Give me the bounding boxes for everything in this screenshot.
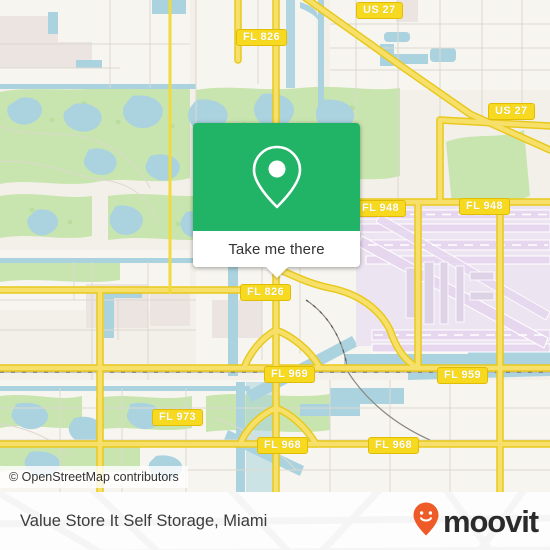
footer-bar: Value Store It Self Storage, Miami moovi…	[0, 492, 550, 550]
road-shield[interactable]: FL 968	[257, 437, 309, 454]
place-title: Value Store It Self Storage, Miami	[20, 512, 268, 530]
road-shield[interactable]: FL 948	[355, 200, 407, 217]
road-shield[interactable]: FL 826	[240, 284, 292, 301]
road-shield[interactable]: FL 826	[236, 29, 288, 46]
popup-header	[193, 123, 360, 231]
road-shield[interactable]: FL 959	[437, 367, 489, 384]
map-screenshot: FL 826 US 27 US 27 FL 948 FL 948 FL 826 …	[0, 0, 550, 550]
map-pin-icon	[249, 143, 305, 211]
moovit-logo[interactable]: moovit	[413, 492, 539, 550]
osm-attribution[interactable]: © OpenStreetMap contributors	[0, 466, 188, 488]
popup-tail-pointer	[265, 267, 288, 278]
moovit-smiley-pin-icon	[413, 502, 439, 541]
road-shield[interactable]: FL 969	[264, 366, 316, 383]
road-shield[interactable]: FL 973	[152, 409, 204, 426]
location-popup[interactable]: Take me there	[193, 123, 360, 278]
map-canvas[interactable]: FL 826 US 27 US 27 FL 948 FL 948 FL 826 …	[0, 0, 550, 492]
road-shield[interactable]: US 27	[356, 2, 403, 19]
moovit-wordmark: moovit	[442, 503, 539, 539]
road-shield[interactable]: FL 968	[368, 437, 420, 454]
road-shield[interactable]: FL 948	[459, 198, 511, 215]
road-shield[interactable]: US 27	[488, 103, 535, 120]
popup-action-bar[interactable]: Take me there	[193, 231, 360, 278]
take-me-there-label: Take me there	[228, 240, 325, 258]
